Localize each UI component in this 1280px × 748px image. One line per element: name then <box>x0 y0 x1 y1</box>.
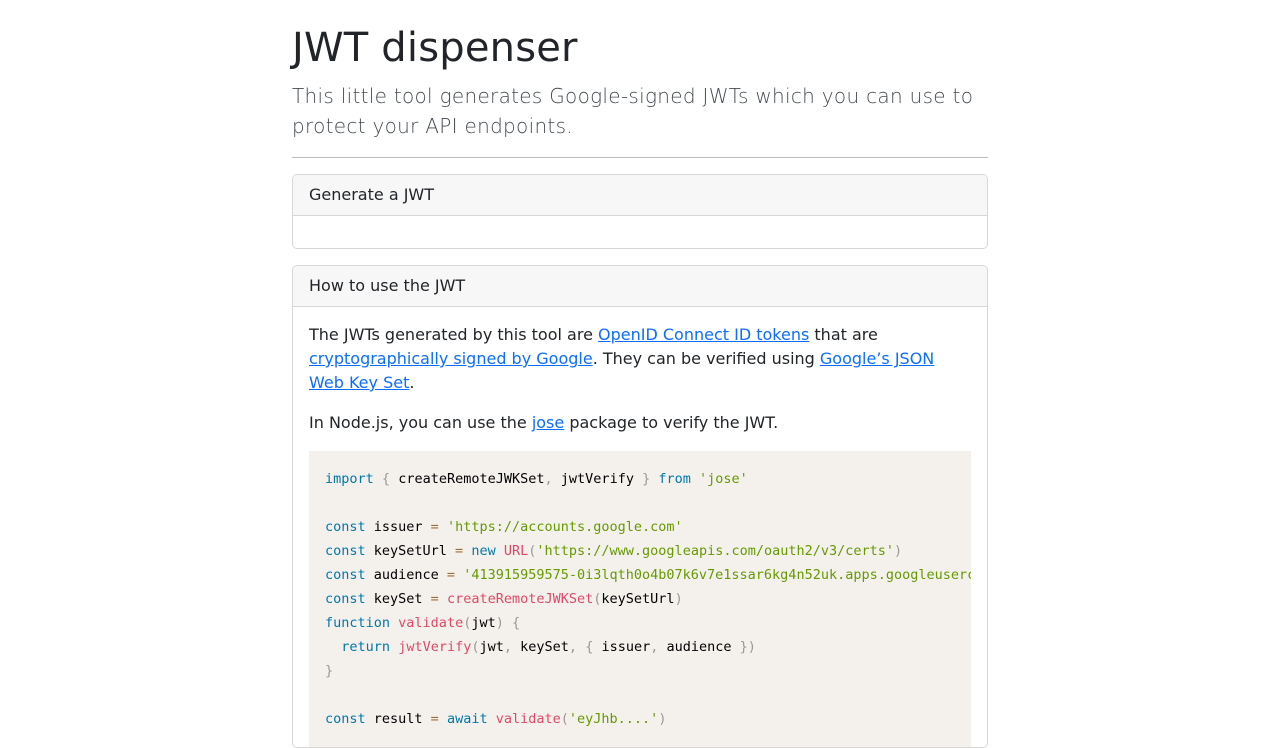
text: The JWTs generated by this tool are <box>309 325 598 344</box>
howto-paragraph-2: In Node.js, you can use the jose package… <box>309 411 971 435</box>
generate-card-header: Generate a JWT <box>293 175 987 216</box>
page-lead: This little tool generates Google-signed… <box>292 84 974 138</box>
howto-paragraph-1: The JWTs generated by this tool are Open… <box>309 323 971 395</box>
generate-card-body <box>293 216 987 248</box>
code-certs-url: 'https://www.googleapis.com/oauth2/v3/ce… <box>536 543 895 559</box>
openid-connect-link[interactable]: OpenID Connect ID tokens <box>598 325 809 344</box>
text: package to verify the JWT. <box>564 413 779 432</box>
code-sample[interactable]: import { createRemoteJWKSet, jwtVerify }… <box>309 451 971 747</box>
text: that are <box>809 325 878 344</box>
text: In Node.js, you can use the <box>309 413 532 432</box>
text: . They can be verified using <box>592 349 820 368</box>
code-jwt-arg: 'eyJhb....' <box>568 711 659 727</box>
main-container: JWT dispenser This little tool generates… <box>292 0 988 748</box>
code-issuer: 'https://accounts.google.com' <box>446 519 683 535</box>
generate-card: Generate a JWT <box>292 174 988 249</box>
text: . <box>409 373 415 392</box>
howto-card: How to use the JWT The JWTs generated by… <box>292 265 988 748</box>
code-import-name: jwtVerify <box>560 471 634 487</box>
code-audience: '413915959575-0i3lqth0o4b07k6v7e1ssar6kg… <box>463 567 971 583</box>
google-signing-link[interactable]: cryptographically signed by Google <box>309 349 593 368</box>
howto-card-body: The JWTs generated by this tool are Open… <box>293 307 987 747</box>
divider <box>292 157 988 158</box>
code-module: 'jose' <box>699 471 748 487</box>
jose-link[interactable]: jose <box>532 413 564 432</box>
howto-card-header: How to use the JWT <box>293 266 987 307</box>
code-import-name: createRemoteJWKSet <box>398 471 545 487</box>
page-title: JWT dispenser <box>292 25 578 71</box>
